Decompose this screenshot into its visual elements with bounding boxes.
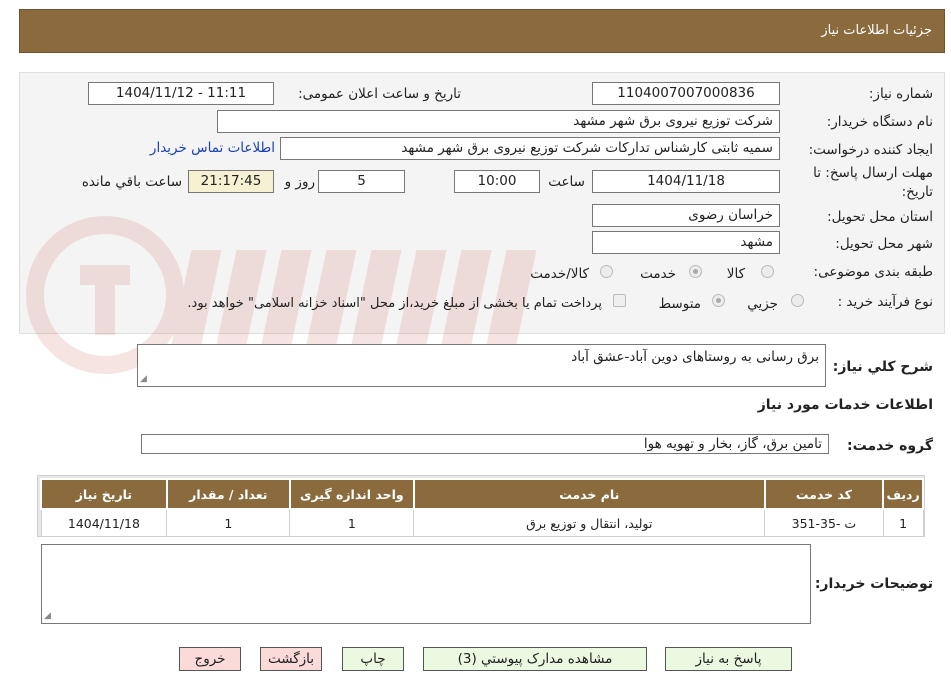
deadline-time-field: 10:00 xyxy=(454,170,540,193)
announce-field: 1404/11/12 - 11:11 xyxy=(88,82,274,105)
process-option-minor: جزیي xyxy=(747,296,778,312)
table-row[interactable]: 1 ت -35-351 تولید، انتقال و توزیع برق 1 … xyxy=(40,508,924,537)
treasury-note: پرداخت تمام یا بخشی از مبلغ خرید،از محل … xyxy=(187,296,602,311)
cell-quantity: 1 xyxy=(166,508,291,537)
deadline-time-label: ساعت xyxy=(548,174,585,190)
exit-button[interactable]: خروج xyxy=(179,647,241,671)
col-quantity: تعداد / مقدار xyxy=(165,478,291,510)
category-option-goods: کالا xyxy=(726,266,745,282)
city-label: شهر محل تحویل: xyxy=(835,236,933,252)
services-table-wrapper: رديف كد خدمت نام خدمت واحد اندازه گيری ت… xyxy=(37,475,925,537)
page-title: جزئیات اطلاعات نیاز xyxy=(821,23,932,38)
description-label: شرح كلي نياز: xyxy=(832,359,933,375)
category-option-service: خدمت xyxy=(640,266,676,282)
process-radio-medium[interactable] xyxy=(712,294,725,307)
buyer-notes-field[interactable]: ◢ xyxy=(41,544,811,624)
city-field: مشهد xyxy=(592,231,780,254)
remaining-time-field: 21:17:45 xyxy=(188,170,274,193)
cell-service-name: تولید، انتقال و توزیع برق xyxy=(413,508,766,537)
resize-grip-icon[interactable]: ◢ xyxy=(44,612,53,621)
col-service-name: نام خدمت xyxy=(412,478,766,510)
need-number-field: 1104007007000836 xyxy=(592,82,780,105)
buyer-org-field: شرکت توزیع نیروی برق شهر مشهد xyxy=(217,110,780,133)
col-need-date: تاريخ نياز xyxy=(40,478,168,510)
process-option-medium: متوسط xyxy=(658,296,701,312)
cell-need-date: 1404/11/18 xyxy=(40,508,168,537)
col-service-code: كد خدمت xyxy=(763,478,885,510)
treasury-checkbox[interactable] xyxy=(613,294,626,307)
back-button[interactable]: بازگشت xyxy=(260,647,322,671)
service-group-label: گروه خدمت: xyxy=(847,438,933,454)
province-label: استان محل تحویل: xyxy=(827,209,933,225)
province-field: خراسان رضوی xyxy=(592,204,780,227)
category-radio-service[interactable] xyxy=(689,265,702,278)
resize-grip-icon[interactable]: ◢ xyxy=(140,375,149,384)
category-option-goods-service: کالا/خدمت xyxy=(530,266,589,282)
service-group-field: تامین برق، گاز، بخار و تهویه هوا xyxy=(141,434,829,454)
days-field: 5 xyxy=(318,170,405,193)
services-title: اطلاعات خدمات مورد نياز xyxy=(757,397,933,413)
cell-unit: 1 xyxy=(289,508,415,537)
category-label: طبقه بندی موضوعی: xyxy=(813,264,933,280)
requester-field: سمیه ثابتی کارشناس تدارکات شرکت توزیع نی… xyxy=(280,137,780,160)
process-radio-minor[interactable] xyxy=(791,294,804,307)
description-field[interactable]: برق رسانی به روستاهای دوین آباد-عشق آباد… xyxy=(137,344,826,387)
deadline-date-field: 1404/11/18 xyxy=(592,170,780,193)
view-attachments-button[interactable]: مشاهده مدارک پيوستي (3) xyxy=(423,647,647,671)
category-radio-goods-service[interactable] xyxy=(600,265,613,278)
announce-label: تاریخ و ساعت اعلان عمومی: xyxy=(298,86,461,102)
print-button[interactable]: چاپ xyxy=(342,647,404,671)
services-table: رديف كد خدمت نام خدمت واحد اندازه گيری ت… xyxy=(40,478,924,537)
requester-label: ایجاد کننده درخواست: xyxy=(808,142,933,158)
days-label: روز و xyxy=(284,174,315,190)
need-number-label: شماره نیاز: xyxy=(868,86,933,102)
col-unit: واحد اندازه گيری xyxy=(288,478,415,510)
table-header-row: رديف كد خدمت نام خدمت واحد اندازه گيری ت… xyxy=(40,478,924,510)
reply-button[interactable]: پاسخ به نياز xyxy=(665,647,792,671)
cell-row-number: 1 xyxy=(882,508,924,537)
category-radio-goods[interactable] xyxy=(761,265,774,278)
buyer-org-label: نام دستگاه خریدار: xyxy=(826,114,933,130)
deadline-label-line1: مهلت ارسال پاسخ: تا xyxy=(813,165,933,181)
col-row-number: رديف xyxy=(882,478,924,510)
description-text: برق رسانی به روستاهای دوین آباد-عشق آباد xyxy=(571,349,819,365)
deadline-label-line2: تاریخ: xyxy=(901,184,933,200)
process-label: نوع فرآیند خرید : xyxy=(837,294,933,310)
cell-service-code: ت -35-351 xyxy=(764,508,884,537)
page-header: جزئیات اطلاعات نیاز xyxy=(19,9,945,53)
remaining-label: ساعت باقي مانده xyxy=(81,174,182,190)
buyer-notes-label: توضيحات خريدار: xyxy=(814,576,933,592)
buyer-contact-link[interactable]: اطلاعات تماس خریدار xyxy=(150,140,275,156)
